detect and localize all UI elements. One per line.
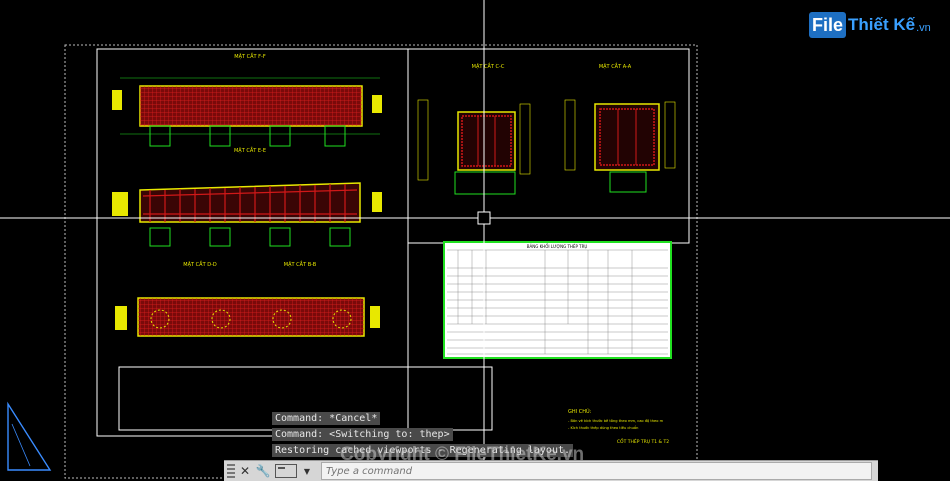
logo-text: Thiết Kế <box>848 15 916 34</box>
section-title: MẶT CẮT D-D <box>183 260 217 268</box>
customize-wrench-icon[interactable]: 🔧 <box>255 463 271 479</box>
note-line: - Kích thước thép dùng theo tiêu chuẩn <box>568 425 638 430</box>
command-input[interactable] <box>321 462 872 480</box>
notes-title: GHI CHÚ: <box>568 408 592 415</box>
chevron-down-icon[interactable]: ▼ <box>299 463 315 479</box>
drag-grip-icon[interactable] <box>227 464 235 478</box>
section-title: MẶT CẮT B-B <box>284 260 317 268</box>
section-title: MẶT CẮT A-A <box>599 62 632 70</box>
section-d-d: MẶT CẮT D-D MẶT CẮT B-B <box>115 260 380 337</box>
stamp-text: CỐT THÉP TRỤ T1 & T2 <box>617 437 669 445</box>
filethietke-logo: File Thiết Kế .vn <box>809 10 931 40</box>
table-title: BẢNG KHỐI LƯỢNG THÉP TRỤ <box>527 244 588 249</box>
section-title: MẶT CẮT C-C <box>472 62 505 70</box>
section-title: MẶT CẮT E-E <box>234 146 266 154</box>
section-title: MẶT CẮT F-F <box>234 52 266 60</box>
ucs-icon <box>7 401 52 471</box>
logo-domain: .vn <box>916 22 931 34</box>
command-history-line: Command: <Switching to: thep> <box>272 428 453 441</box>
command-line-bar: ✕ 🔧 ▼ <box>224 460 878 481</box>
section-e-e: MẶT CẮT E-E <box>112 146 382 247</box>
section-b-b: MẶT CẮT A-A <box>564 62 676 193</box>
logo-badge: File <box>809 12 847 38</box>
rebar-quantity-table: BẢNG KHỐI LƯỢNG THÉP TRỤ <box>443 241 672 359</box>
section-c-c: MẶT CẮT C-C <box>417 62 531 195</box>
drawing-notes: GHI CHÚ: - Bản vẽ kích thước bê tông the… <box>568 408 669 445</box>
crosshair-cursor <box>0 0 950 481</box>
drawing-canvas[interactable]: MẶT CẮT F-F MẶT CẮT E-E MẶT CẮT D-D MẶT … <box>0 0 950 481</box>
close-icon[interactable]: ✕ <box>237 463 253 479</box>
note-line: - Bản vẽ kích thước bê tông theo mm, cao… <box>568 419 664 423</box>
command-history-line: Command: *Cancel* <box>272 412 381 425</box>
command-prompt-icon[interactable] <box>275 464 297 478</box>
section-f-f: MẶT CẮT F-F <box>112 52 382 147</box>
